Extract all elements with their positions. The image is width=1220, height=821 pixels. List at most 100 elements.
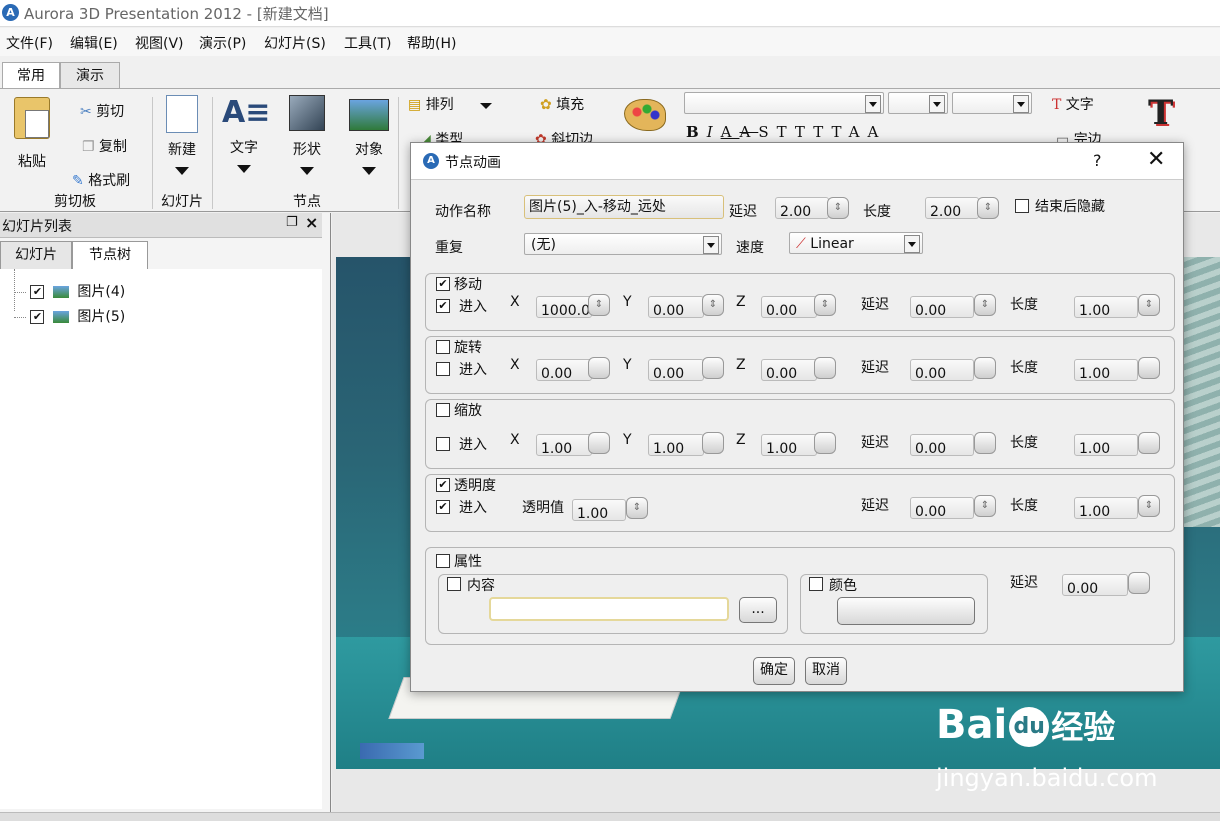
big-text-icon[interactable]: T: [1148, 93, 1173, 133]
content-input[interactable]: [489, 597, 729, 621]
repeat-select[interactable]: (无): [524, 233, 722, 255]
move-delay-input[interactable]: 0.00: [910, 296, 974, 318]
rotate-x-spinner[interactable]: [588, 357, 610, 379]
attribute-delay-spinner[interactable]: [1128, 572, 1150, 594]
opacity-delay-spinner[interactable]: ⇕: [974, 495, 996, 517]
scale-delay-spinner[interactable]: [974, 432, 996, 454]
menu-present[interactable]: 演示(P): [199, 33, 246, 53]
italic-button[interactable]: I: [707, 123, 721, 141]
tree-item-checkbox[interactable]: ✔: [30, 310, 45, 324]
length-input[interactable]: 2.00: [925, 197, 979, 219]
nav-arrows-icon[interactable]: [360, 743, 424, 759]
length-spinner[interactable]: ⇕: [977, 197, 999, 219]
object-node-button[interactable]: 对象: [347, 95, 391, 179]
superscript-button[interactable]: T: [777, 123, 795, 141]
scale-x-spinner[interactable]: [588, 432, 610, 454]
rotate-x-input[interactable]: 0.00: [536, 359, 592, 381]
opacity-length-spinner[interactable]: ⇕: [1138, 495, 1160, 517]
move-y-spinner[interactable]: ⇕: [702, 294, 724, 316]
opacity-value-spinner[interactable]: ⇕: [626, 497, 648, 519]
delay-input[interactable]: 2.00: [775, 197, 829, 219]
fill-button[interactable]: ✿ 填充: [540, 94, 584, 114]
scale-z-spinner[interactable]: [814, 432, 836, 454]
move-delay-spinner[interactable]: ⇕: [974, 294, 996, 316]
tab-node-tree[interactable]: 节点树: [72, 241, 148, 269]
scale-y-input[interactable]: 1.00: [648, 434, 704, 456]
palette-button[interactable]: [624, 99, 668, 135]
font-color-button[interactable]: A: [868, 123, 887, 141]
copy-button[interactable]: ❐ 复制: [82, 136, 127, 156]
tab-common[interactable]: 常用: [2, 62, 60, 89]
opacity-section-checkbox[interactable]: ✔: [436, 478, 450, 492]
shadow-button[interactable]: S: [758, 123, 776, 141]
move-z-spinner[interactable]: ⇕: [814, 294, 836, 316]
tree-item[interactable]: ✔ 图片(4): [14, 281, 125, 301]
opacity-length-input[interactable]: 1.00: [1074, 497, 1138, 519]
move-y-input[interactable]: 0.00: [648, 296, 704, 318]
format-painter-button[interactable]: ✎ 格式刷: [72, 170, 130, 190]
move-length-input[interactable]: 1.00: [1074, 296, 1138, 318]
close-icon[interactable]: ✕: [1147, 147, 1165, 172]
format-buttons[interactable]: BIAASTTTTAA: [686, 123, 886, 141]
attribute-section-checkbox[interactable]: [436, 554, 450, 568]
restore-icon[interactable]: ❐: [286, 215, 298, 230]
help-button[interactable]: ?: [1093, 151, 1102, 170]
color-picker-button[interactable]: [837, 597, 975, 625]
menu-help[interactable]: 帮助(H): [407, 33, 456, 53]
scale-x-input[interactable]: 1.00: [536, 434, 592, 456]
new-slide-button[interactable]: 新建: [160, 95, 204, 179]
paste-button[interactable]: 粘贴: [10, 97, 54, 171]
move-x-input[interactable]: 1000.0: [536, 296, 592, 318]
rotate-enter-checkbox[interactable]: [436, 362, 450, 376]
subscript-button[interactable]: T: [795, 123, 813, 141]
move-section-checkbox[interactable]: ✔: [436, 277, 450, 291]
attribute-delay-input[interactable]: 0.00: [1062, 574, 1128, 596]
text-style-button[interactable]: T 文字: [1052, 94, 1094, 114]
menu-view[interactable]: 视图(V): [135, 33, 184, 53]
underline-button[interactable]: A: [721, 123, 740, 141]
opacity-delay-input[interactable]: 0.00: [910, 497, 974, 519]
tree-item[interactable]: ✔ 图片(5): [14, 306, 125, 326]
content-checkbox[interactable]: [447, 577, 461, 591]
rotate-y-spinner[interactable]: [702, 357, 724, 379]
opacity-value-input[interactable]: 1.00: [572, 499, 626, 521]
arrange-button[interactable]: ▤ 排列: [408, 94, 493, 114]
strikethrough-button[interactable]: A: [739, 123, 758, 141]
scale-section-checkbox[interactable]: [436, 403, 450, 417]
action-name-input[interactable]: 图片(5)_入-移动_远处: [524, 195, 724, 219]
rotate-z-spinner[interactable]: [814, 357, 836, 379]
cut-button[interactable]: ✂ 剪切: [80, 101, 124, 121]
rotate-length-spinner[interactable]: [1138, 357, 1160, 379]
move-z-input[interactable]: 0.00: [761, 296, 817, 318]
scale-enter-checkbox[interactable]: [436, 437, 450, 451]
menu-tools[interactable]: 工具(T): [344, 33, 391, 53]
text-effect-button[interactable]: A: [849, 123, 868, 141]
move-x-spinner[interactable]: ⇕: [588, 294, 610, 316]
tab-present[interactable]: 演示: [60, 62, 120, 89]
text-node-button[interactable]: A≡ 文字: [222, 95, 270, 177]
scale-z-input[interactable]: 1.00: [761, 434, 817, 456]
rotate-section-checkbox[interactable]: [436, 340, 450, 354]
text-box-button[interactable]: T: [813, 123, 831, 141]
cancel-button[interactable]: 取消: [805, 657, 847, 685]
rotate-delay-input[interactable]: 0.00: [910, 359, 974, 381]
close-icon[interactable]: ×: [305, 213, 318, 232]
font-style-select[interactable]: [952, 92, 1032, 114]
menu-slide[interactable]: 幻灯片(S): [264, 33, 326, 53]
delay-spinner[interactable]: ⇕: [827, 197, 849, 219]
menu-file[interactable]: 文件(F): [6, 33, 53, 53]
rotate-y-input[interactable]: 0.00: [648, 359, 704, 381]
font-family-select[interactable]: [684, 92, 884, 114]
move-length-spinner[interactable]: ⇕: [1138, 294, 1160, 316]
scale-length-spinner[interactable]: [1138, 432, 1160, 454]
bold-button[interactable]: B: [686, 123, 707, 141]
color-checkbox[interactable]: [809, 577, 823, 591]
rotate-length-input[interactable]: 1.00: [1074, 359, 1138, 381]
scale-delay-input[interactable]: 0.00: [910, 434, 974, 456]
speed-select[interactable]: ⟋ Linear: [789, 232, 923, 254]
rotate-delay-spinner[interactable]: [974, 357, 996, 379]
font-size-select[interactable]: [888, 92, 948, 114]
scale-y-spinner[interactable]: [702, 432, 724, 454]
shape-node-button[interactable]: 形状: [285, 95, 329, 179]
hide-after-checkbox[interactable]: [1015, 199, 1029, 213]
